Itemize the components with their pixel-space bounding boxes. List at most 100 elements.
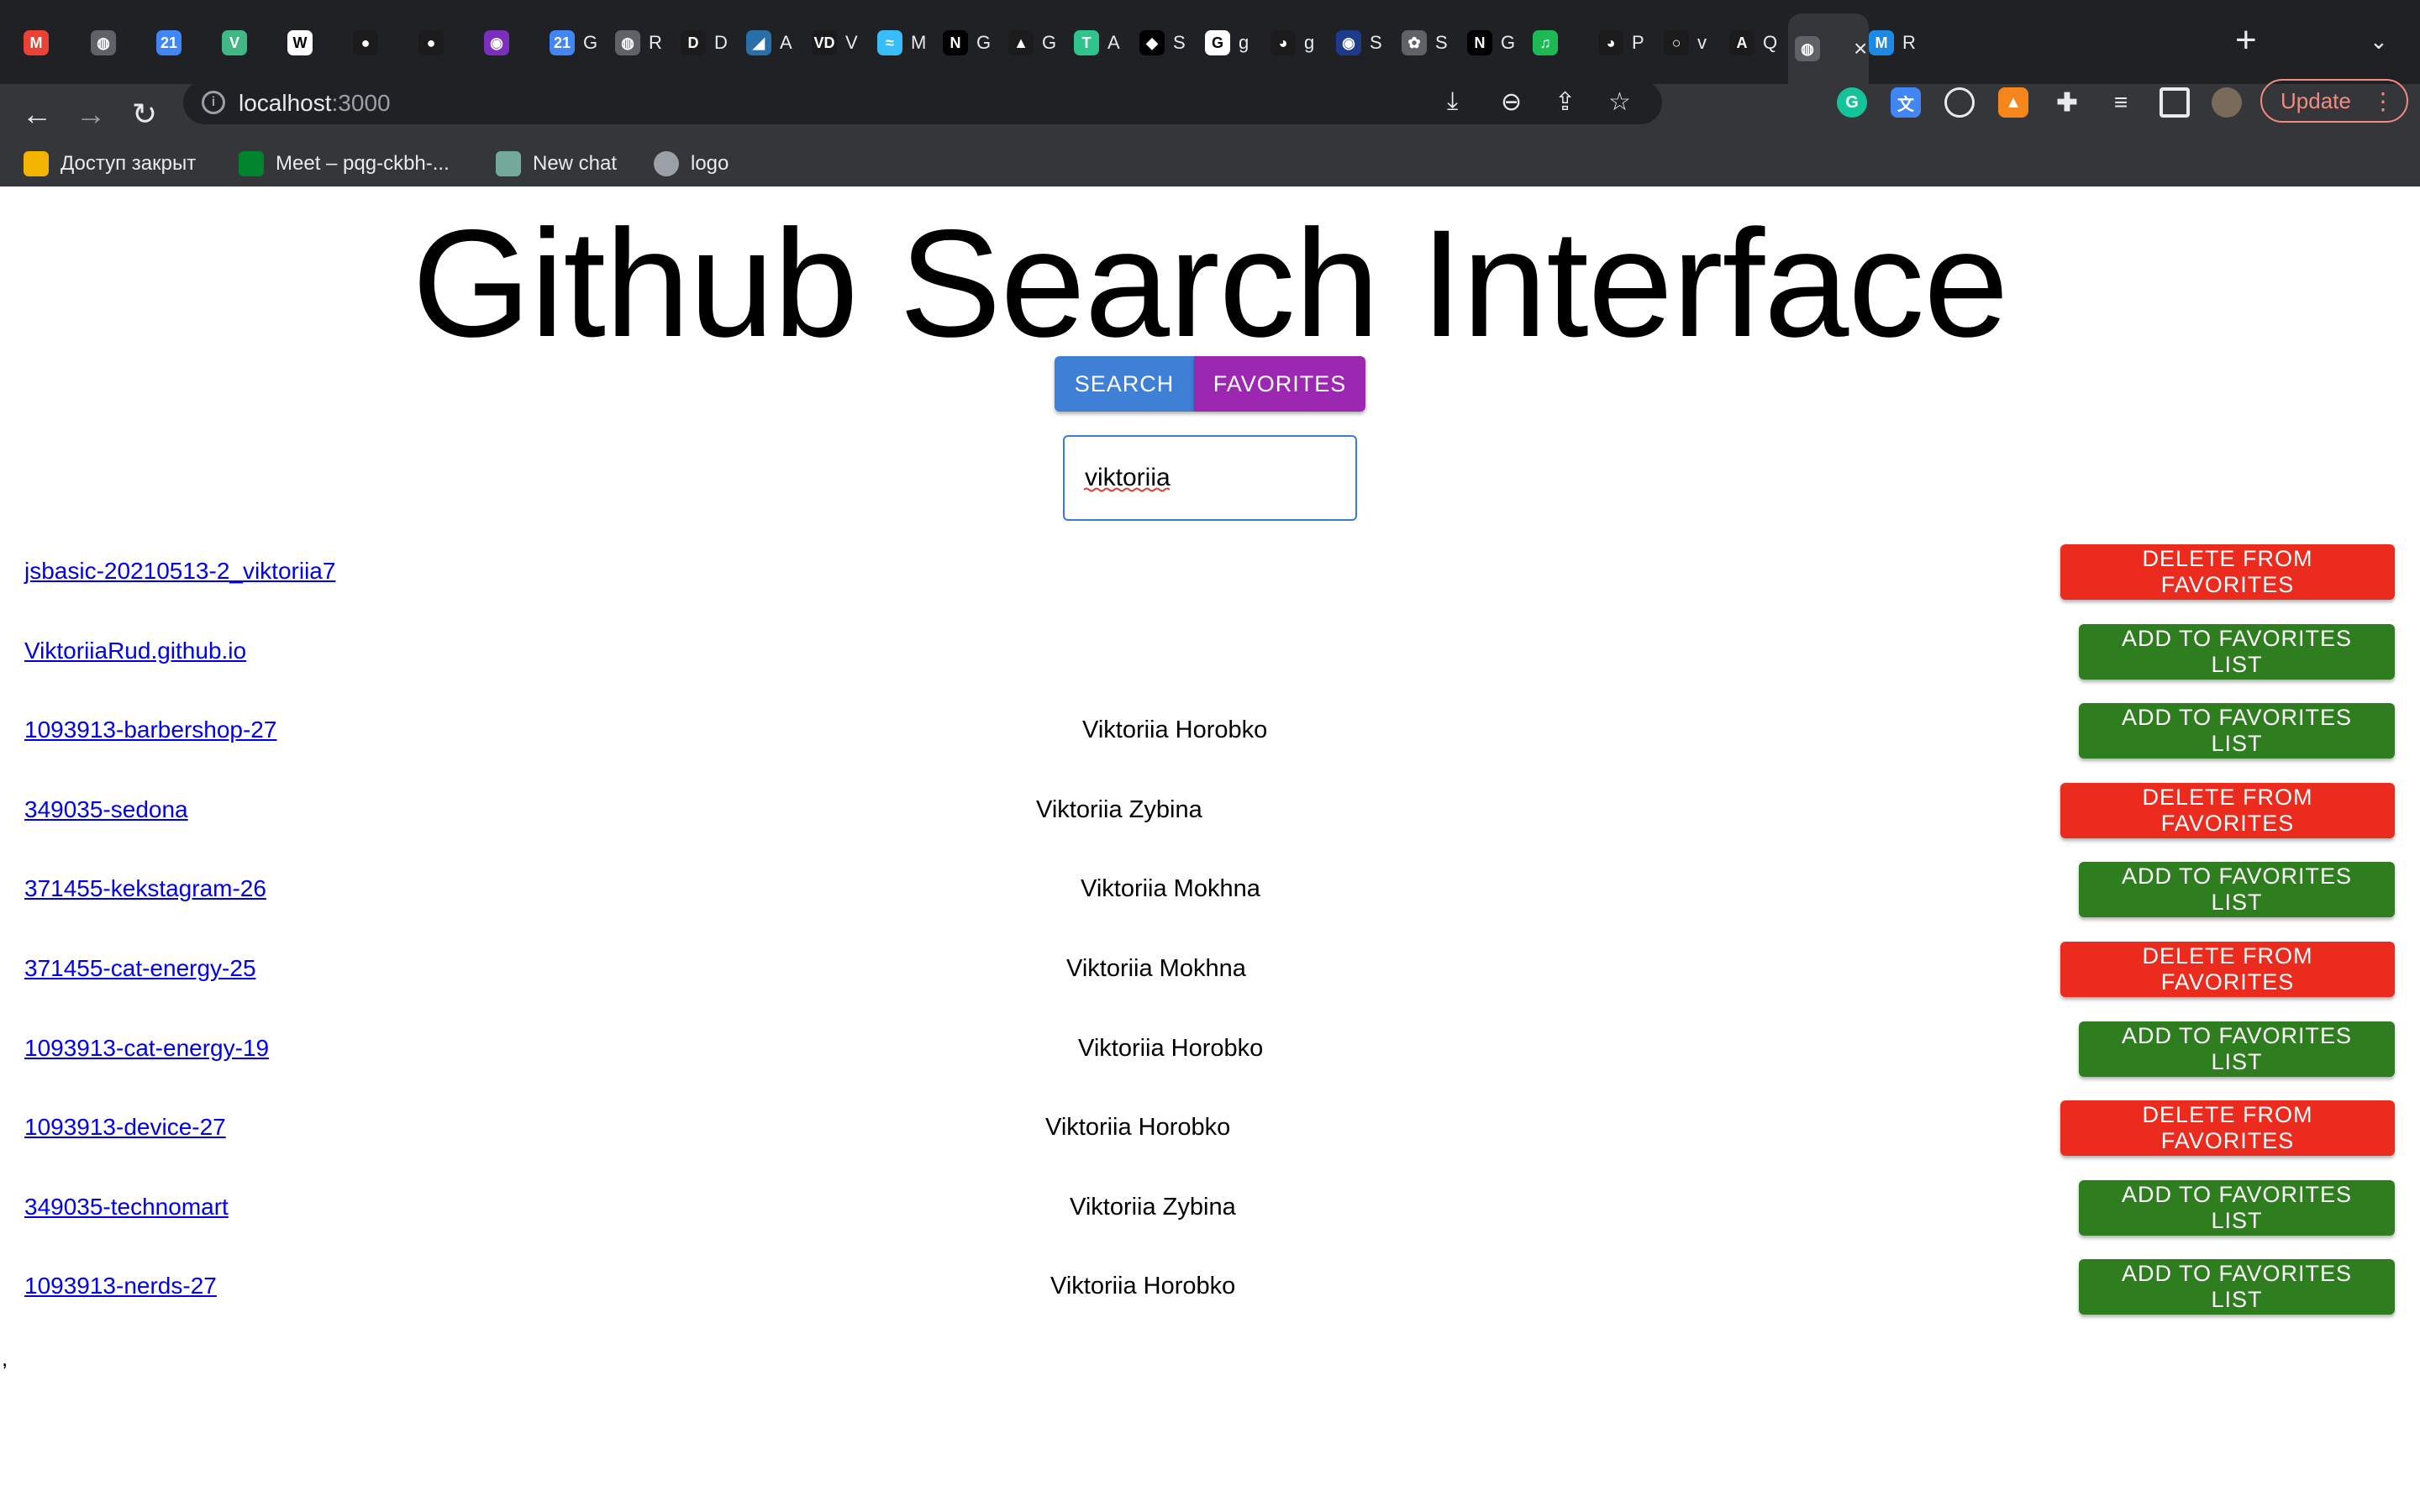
browser-tab[interactable]: M	[17, 17, 82, 69]
stray-text: ,	[2, 1346, 8, 1371]
browser-tab[interactable]: ▲ G	[1002, 17, 1067, 69]
add-to-favorites-button[interactable]: ADD TO FAVORITES LIST	[2079, 862, 2395, 918]
repo-link[interactable]: 349035-technomart	[24, 1194, 229, 1221]
browser-tab[interactable]: ◉	[477, 17, 543, 69]
tab-search-icon[interactable]: ⌄	[2370, 29, 2388, 55]
grammarly-extension-icon[interactable]: G	[1837, 87, 1867, 118]
browser-tab[interactable]: ●	[346, 17, 412, 69]
browser-tab[interactable]: ○ v	[1657, 17, 1723, 69]
browser-tab[interactable]: ◉ S	[1329, 17, 1395, 69]
tab-favicon-icon: ◕	[1270, 30, 1296, 55]
delete-from-favorites-button[interactable]: DELETE FROM FAVORITES	[2060, 1100, 2395, 1157]
translate-extension-icon[interactable]: 文	[1891, 87, 1921, 118]
bookmark-item[interactable]: logo	[654, 148, 729, 180]
search-input[interactable]	[1063, 435, 1357, 521]
reload-icon[interactable]: ↻	[123, 92, 166, 136]
repo-link[interactable]: 371455-kekstagram-26	[24, 875, 266, 902]
browser-tab[interactable]: ◢ A	[739, 17, 805, 69]
repo-link[interactable]: 1093913-device-27	[24, 1114, 226, 1141]
repo-link[interactable]: ViktoriiaRud.github.io	[24, 638, 246, 664]
tab-favicon-icon: N	[943, 30, 968, 55]
tab-title: P	[1632, 32, 1644, 53]
update-button[interactable]: Update ⋮	[2260, 79, 2408, 123]
browser-tab[interactable]: W	[281, 17, 346, 69]
repo-link[interactable]: 349035-sedona	[24, 796, 188, 823]
star-icon[interactable]: ☆	[1608, 87, 1631, 117]
browser-tab[interactable]: 21	[150, 17, 215, 69]
url-port: :3000	[331, 90, 391, 116]
new-tab-button[interactable]: +	[2235, 22, 2257, 59]
bookmark-item[interactable]: New chat	[496, 148, 617, 180]
address-bar[interactable]: i localhost:3000 ☆ ⇪ ⊖ ⤓	[183, 81, 1662, 124]
browser-tab[interactable]: NG	[936, 17, 1002, 69]
browser-tab[interactable]: NG	[1460, 17, 1526, 69]
bookmark-icon	[496, 151, 521, 176]
install-icon[interactable]: ⤓	[1447, 87, 1458, 116]
browser-tab[interactable]: ◕ g	[1264, 17, 1329, 69]
browser-tab[interactable]: ◆ S	[1133, 17, 1198, 69]
target-extension-icon[interactable]	[1944, 87, 1975, 118]
add-to-favorites-button[interactable]: ADD TO FAVORITES LIST	[2079, 703, 2395, 759]
browser-tab[interactable]: ◍	[84, 17, 150, 69]
bookmark-item[interactable]: Доступ закрыт	[24, 148, 196, 180]
browser-tab[interactable]: 21 G	[543, 17, 608, 69]
add-to-favorites-button[interactable]: ADD TO FAVORITES LIST	[2079, 1259, 2395, 1315]
repo-link[interactable]: jsbasic-20210513-2_viktoriia7	[24, 558, 335, 585]
update-label: Update	[2281, 87, 2351, 113]
profile-avatar[interactable]	[2212, 87, 2242, 118]
add-to-favorites-button[interactable]: ADD TO FAVORITES LIST	[2079, 623, 2395, 680]
tab-title: D	[714, 32, 728, 53]
tab-title: R	[1902, 32, 1916, 53]
browser-tab[interactable]: ✿ S	[1395, 17, 1460, 69]
repo-link[interactable]: 1093913-cat-energy-19	[24, 1035, 269, 1062]
zoom-icon[interactable]: ⊖	[1501, 87, 1522, 117]
tab-favicon-icon: 21	[156, 30, 182, 55]
delete-from-favorites-button[interactable]: DELETE FROM FAVORITES	[2060, 942, 2395, 997]
favorites-tab-button[interactable]: FAVORITES	[1194, 356, 1365, 412]
browser-tab[interactable]: ≈ M	[871, 17, 936, 69]
browser-tab[interactable]: V	[215, 17, 281, 69]
repo-link[interactable]: 1093913-nerds-27	[24, 1273, 217, 1299]
browser-tab[interactable]: Gg	[1198, 17, 1264, 69]
side-panel-icon[interactable]	[2160, 87, 2190, 118]
tab-favicon-icon: ○	[1664, 30, 1689, 55]
browser-tab[interactable]: MR	[1862, 17, 1928, 69]
back-icon[interactable]: ←	[15, 92, 59, 136]
tab-favicon-icon: ◍	[91, 30, 116, 55]
tab-title: S	[1435, 32, 1448, 53]
share-icon[interactable]: ⇪	[1555, 87, 1576, 117]
add-to-favorites-button[interactable]: ADD TO FAVORITES LIST	[2079, 1021, 2395, 1077]
browser-tab[interactable]: ◍ ×	[1788, 13, 1869, 84]
tab-favicon-icon: G	[1205, 30, 1230, 55]
reading-list-icon[interactable]: ≡	[2106, 87, 2136, 118]
repo-link[interactable]: 371455-cat-energy-25	[24, 955, 256, 982]
bookmark-item[interactable]: Meet – pqg-ckbh-...	[239, 148, 450, 180]
result-row: 371455-cat-energy-25 Viktoriia Mokhna DELE…	[0, 942, 2420, 1000]
spellcheck-underline	[1084, 487, 1170, 492]
browser-tab[interactable]: ◍ R	[608, 17, 674, 69]
browser-tab[interactable]: ◕ P	[1591, 17, 1657, 69]
browser-tab[interactable]: ●	[412, 17, 477, 69]
repo-link[interactable]: 1093913-barbershop-27	[24, 717, 276, 743]
tab-favicon-icon: T	[1074, 30, 1099, 55]
add-to-favorites-button[interactable]: ADD TO FAVORITES LIST	[2079, 1179, 2395, 1236]
tab-title: A	[780, 32, 792, 53]
tab-favicon-icon: ♫	[1533, 30, 1558, 55]
delete-from-favorites-button[interactable]: DELETE FROM FAVORITES	[2060, 544, 2395, 600]
browser-tab[interactable]: ♫	[1526, 17, 1591, 69]
browser-tab[interactable]: TA	[1067, 17, 1133, 69]
tab-title: G	[583, 32, 598, 53]
browser-tab[interactable]: DD	[674, 17, 739, 69]
bookmark-icon	[654, 151, 679, 176]
browser-tab[interactable]: VD V	[805, 17, 871, 69]
site-info-icon[interactable]: i	[202, 91, 225, 114]
browser-tab[interactable]: AQ	[1723, 17, 1788, 69]
tab-favicon-icon: ✿	[1402, 30, 1427, 55]
forward-icon[interactable]: →	[69, 92, 113, 136]
menu-dots-icon[interactable]: ⋮	[2371, 87, 2395, 115]
search-tab-button[interactable]: SEARCH	[1055, 356, 1194, 412]
extensions-puzzle-icon[interactable]: ✚	[2052, 87, 2082, 118]
delete-from-favorites-button[interactable]: DELETE FROM FAVORITES	[2060, 782, 2395, 838]
tab-favicon-icon: A	[1729, 30, 1754, 55]
metamask-extension-icon[interactable]: ▲	[1998, 87, 2028, 118]
